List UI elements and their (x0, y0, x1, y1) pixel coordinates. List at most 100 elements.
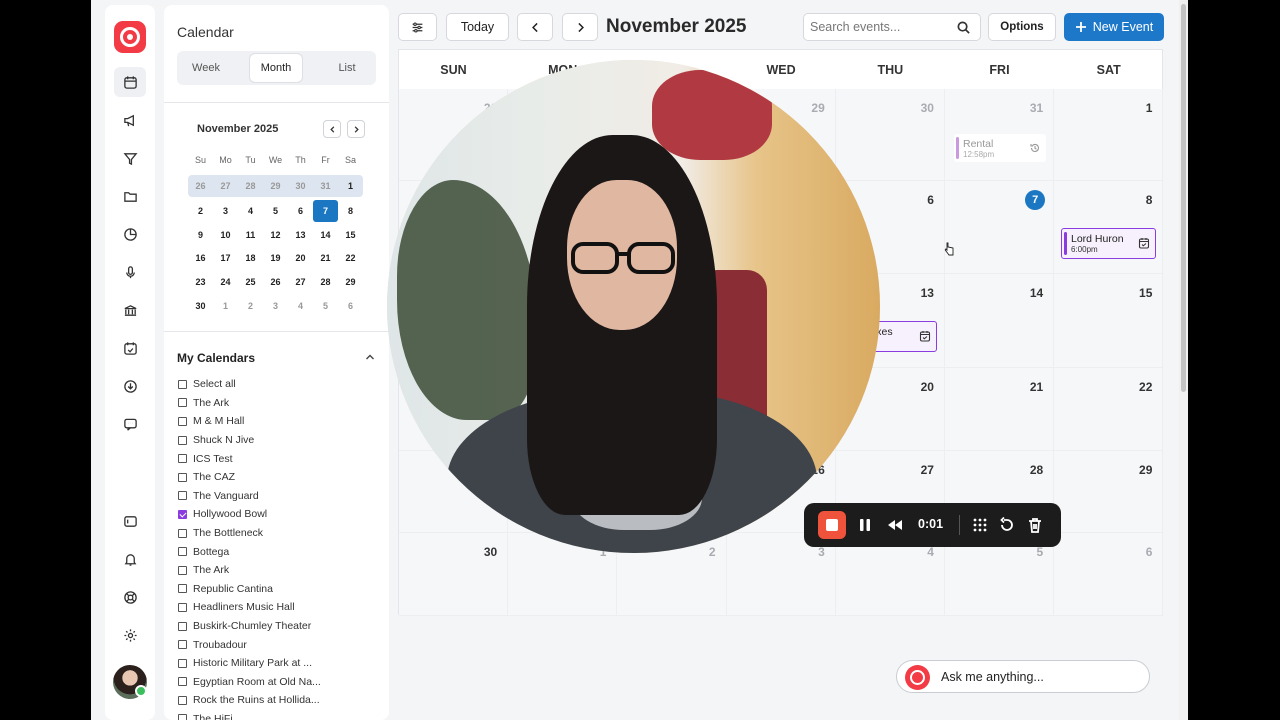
mini-day[interactable]: 19 (263, 253, 288, 263)
calendar-list-item[interactable]: Troubadour (178, 635, 378, 654)
mini-day[interactable]: 30 (188, 301, 213, 311)
calendar-checkbox[interactable] (178, 695, 187, 705)
mini-day[interactable]: 13 (288, 230, 313, 240)
search-input[interactable] (810, 20, 950, 34)
folder-icon[interactable] (114, 181, 146, 211)
calendar-list-item[interactable]: Shuck N Jive (178, 431, 378, 450)
mini-day[interactable]: 14 (313, 230, 338, 240)
day-cell[interactable]: 1 (1054, 89, 1164, 181)
mini-day[interactable]: 5 (263, 206, 288, 216)
search-field[interactable] (803, 13, 981, 41)
calendar-checkbox[interactable] (178, 435, 187, 445)
mini-day[interactable]: 27 (288, 277, 313, 287)
mini-day[interactable]: 9 (188, 230, 213, 240)
mini-day[interactable]: 10 (213, 230, 238, 240)
calendar-checkbox[interactable] (178, 398, 187, 408)
mini-day[interactable]: 29 (338, 277, 363, 287)
mini-day[interactable]: 20 (288, 253, 313, 263)
calendar-list-item[interactable]: The Ark (178, 561, 378, 580)
mini-day[interactable]: 4 (238, 206, 263, 216)
calendar-list-item[interactable]: Headliners Music Hall (178, 598, 378, 617)
day-cell[interactable]: 7 (945, 181, 1055, 274)
mini-day[interactable]: 12 (263, 230, 288, 240)
calendar-checkbox[interactable] (178, 677, 187, 687)
calendar-checkbox[interactable] (178, 565, 187, 575)
calendar-list-item[interactable]: Egyptian Room at Old Na... (178, 673, 378, 692)
stop-recording-button[interactable] (818, 511, 846, 539)
mini-day[interactable]: 27 (213, 181, 238, 191)
mini-day[interactable]: 28 (238, 181, 263, 191)
pause-icon[interactable] (856, 516, 874, 534)
event-chip[interactable]: Lord Huron 6:00pm (1061, 228, 1156, 259)
today-button[interactable]: Today (446, 13, 509, 41)
calendar-checkbox[interactable] (178, 472, 187, 482)
mini-day[interactable]: 15 (338, 230, 363, 240)
megaphone-icon[interactable] (114, 105, 146, 135)
mini-day[interactable]: 30 (288, 181, 313, 191)
search-icon[interactable] (956, 20, 971, 35)
mini-day[interactable]: 3 (263, 301, 288, 311)
view-list-button[interactable]: List (321, 54, 373, 82)
mini-day[interactable]: 2 (238, 301, 263, 311)
options-button[interactable]: Options (988, 13, 1056, 41)
mini-day[interactable]: 16 (188, 253, 213, 263)
mini-day[interactable]: 8 (338, 206, 363, 216)
id-card-icon[interactable] (114, 506, 146, 536)
mini-day[interactable]: 7 (313, 199, 338, 222)
brand-logo[interactable] (114, 21, 146, 53)
calendar-icon[interactable] (114, 67, 146, 97)
mini-day[interactable]: 26 (188, 181, 213, 191)
calendar-checkbox[interactable] (178, 454, 187, 464)
calendar-list-item[interactable]: Republic Cantina (178, 580, 378, 599)
calendar-checkbox[interactable] (178, 714, 187, 720)
mini-prev-button[interactable] (323, 120, 341, 138)
rewind-icon[interactable] (886, 516, 904, 534)
day-cell[interactable]: 6 (1054, 533, 1164, 616)
restart-icon[interactable] (998, 516, 1016, 534)
event-chip[interactable]: Rental 12:58pm (954, 134, 1046, 162)
calendar-checkbox[interactable] (178, 584, 187, 594)
day-cell[interactable]: 22 (1054, 368, 1164, 451)
calendar-list-item[interactable]: The Bottleneck (178, 524, 378, 543)
calendar-list-item[interactable]: Select all (178, 375, 378, 394)
calendar-list-item[interactable]: Hollywood Bowl (178, 505, 378, 524)
mini-day[interactable]: 1 (213, 301, 238, 311)
mini-day[interactable]: 6 (288, 206, 313, 216)
sliders-button[interactable] (398, 13, 437, 41)
avatar[interactable] (113, 665, 147, 699)
mini-day[interactable]: 31 (313, 181, 338, 191)
calendar-list-item[interactable]: Buskirk-Chumley Theater (178, 617, 378, 636)
mini-day[interactable]: 5 (313, 301, 338, 311)
calendar-checkbox[interactable] (178, 491, 187, 501)
mini-day[interactable]: 28 (313, 277, 338, 287)
calendar-list-item[interactable]: The Vanguard (178, 487, 378, 506)
mini-day[interactable]: 26 (263, 277, 288, 287)
prev-month-button[interactable] (517, 13, 553, 41)
my-calendars-header[interactable]: My Calendars (177, 351, 255, 365)
mini-day[interactable]: 21 (313, 253, 338, 263)
mini-day[interactable]: 18 (238, 253, 263, 263)
day-cell[interactable]: 14 (945, 274, 1055, 368)
day-cell[interactable]: 15 (1054, 274, 1164, 368)
mini-day[interactable]: 23 (188, 277, 213, 287)
download-icon[interactable] (114, 371, 146, 401)
mini-day[interactable]: 25 (238, 277, 263, 287)
calendar-checkbox[interactable] (178, 379, 187, 389)
settings-icon[interactable] (114, 620, 146, 650)
mini-next-button[interactable] (347, 120, 365, 138)
mini-day[interactable]: 6 (338, 301, 363, 311)
day-cell[interactable]: 21 (945, 368, 1055, 451)
mini-day[interactable]: 3 (213, 206, 238, 216)
mini-day[interactable]: 24 (213, 277, 238, 287)
calendar-check-icon[interactable] (114, 333, 146, 363)
mini-day[interactable]: 11 (238, 230, 263, 240)
calendar-checkbox[interactable] (178, 621, 187, 631)
grid-dots-icon[interactable] (971, 516, 989, 534)
calendar-list-item[interactable]: The Ark (178, 394, 378, 413)
calendar-list-item[interactable]: Rock the Ruins at Hollida... (178, 691, 378, 710)
microphone-icon[interactable] (114, 257, 146, 287)
bell-icon[interactable] (114, 544, 146, 574)
mini-day[interactable]: 22 (338, 253, 363, 263)
scrollbar-thumb[interactable] (1181, 4, 1186, 392)
calendar-checkbox[interactable] (178, 509, 187, 519)
